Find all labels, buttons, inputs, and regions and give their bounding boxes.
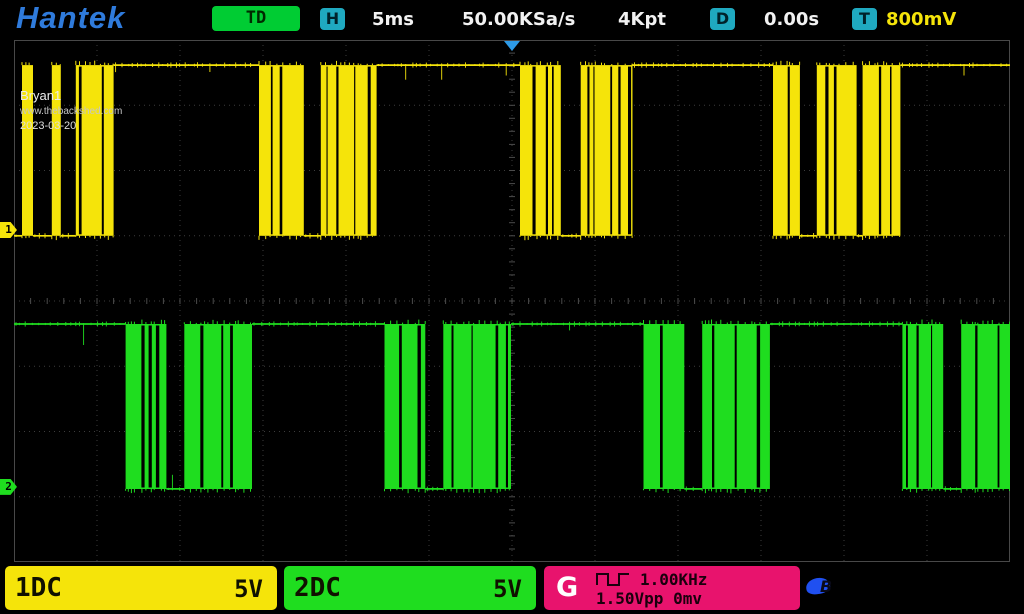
ch2-settings-box[interactable]: 2DC 5V <box>284 566 536 610</box>
oscilloscope-screen: Hantek TD H 5ms 50.00KSa/s 4Kpt D 0.00s … <box>0 0 1024 614</box>
square-wave-icon <box>596 571 630 587</box>
b-indicator: B <box>806 577 840 597</box>
bottom-status-bar: 1DC 5V 2DC 5V G 1.00KHz 1.50Vpp 0mv B <box>0 562 1024 614</box>
memory-depth-readout: 4Kpt <box>618 9 666 30</box>
trigger-status-badge: TD <box>212 6 300 31</box>
horizontal-menu-icon: H <box>320 8 345 30</box>
generator-settings-box[interactable]: G 1.00KHz 1.50Vpp 0mv <box>544 566 800 610</box>
trigger-level-readout: 800mV <box>886 9 956 30</box>
brand-logo: Hantek <box>16 0 125 36</box>
waveform-display-area: Bryan1 www.thebackshed.com 2023-03-20 1 … <box>0 38 1024 562</box>
ch2-coupling-label: 2DC <box>294 573 341 603</box>
generator-readouts: 1.00KHz 1.50Vpp 0mv <box>596 569 707 608</box>
timebase-readout: 5ms <box>372 9 414 30</box>
horizontal-position-readout: 0.00s <box>764 9 819 30</box>
generator-frequency-readout: 1.00KHz <box>640 570 707 589</box>
sample-rate-readout: 50.00KSa/s <box>462 9 575 30</box>
ch1-coupling-label: 1DC <box>15 573 62 603</box>
ch1-settings-box[interactable]: 1DC 5V <box>5 566 277 610</box>
delay-icon: D <box>710 8 735 30</box>
ch1-scale-readout: 5V <box>234 575 263 603</box>
b-letter-label: B <box>820 577 832 596</box>
generator-label: G <box>556 572 578 603</box>
ch2-scale-readout: 5V <box>493 575 522 603</box>
trigger-icon: T <box>852 8 877 30</box>
waveform-plot <box>14 40 1010 562</box>
generator-amplitude-readout: 1.50Vpp 0mv <box>596 589 707 608</box>
top-status-bar: Hantek TD H 5ms 50.00KSa/s 4Kpt D 0.00s … <box>0 0 1024 38</box>
